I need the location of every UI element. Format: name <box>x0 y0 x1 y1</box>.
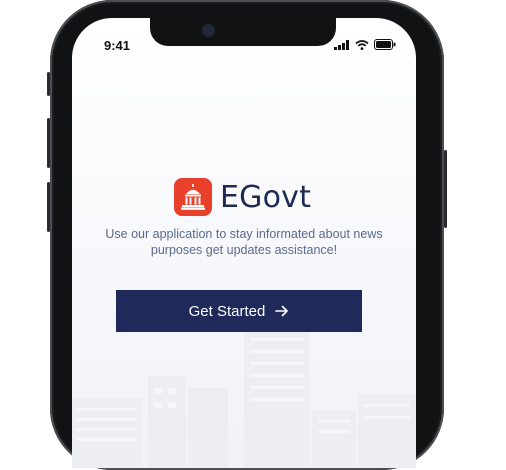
status-time: 9:41 <box>104 38 131 53</box>
power-button <box>444 150 447 228</box>
app-logo <box>174 178 212 216</box>
phone-screen: 9:41 EGovt Use our application to stay i… <box>72 18 416 468</box>
front-camera <box>204 26 213 35</box>
arrow-right-icon <box>275 305 289 317</box>
get-started-label: Get Started <box>188 302 266 320</box>
volume-up-button <box>47 118 50 168</box>
city-skyline-background <box>72 328 416 468</box>
status-icons <box>334 39 396 50</box>
app-tagline: Use our application to stay informated a… <box>105 227 383 257</box>
notch <box>150 18 336 46</box>
wifi-icon <box>355 39 369 50</box>
signal-icon <box>334 39 349 50</box>
app-branding: EGovt <box>174 178 311 216</box>
mute-switch <box>47 72 50 96</box>
capitol-building-icon <box>181 184 205 210</box>
app-title: EGovt <box>220 179 312 215</box>
get-started-button[interactable]: Get Started <box>116 290 362 332</box>
battery-icon <box>374 39 396 50</box>
volume-down-button <box>47 182 50 232</box>
